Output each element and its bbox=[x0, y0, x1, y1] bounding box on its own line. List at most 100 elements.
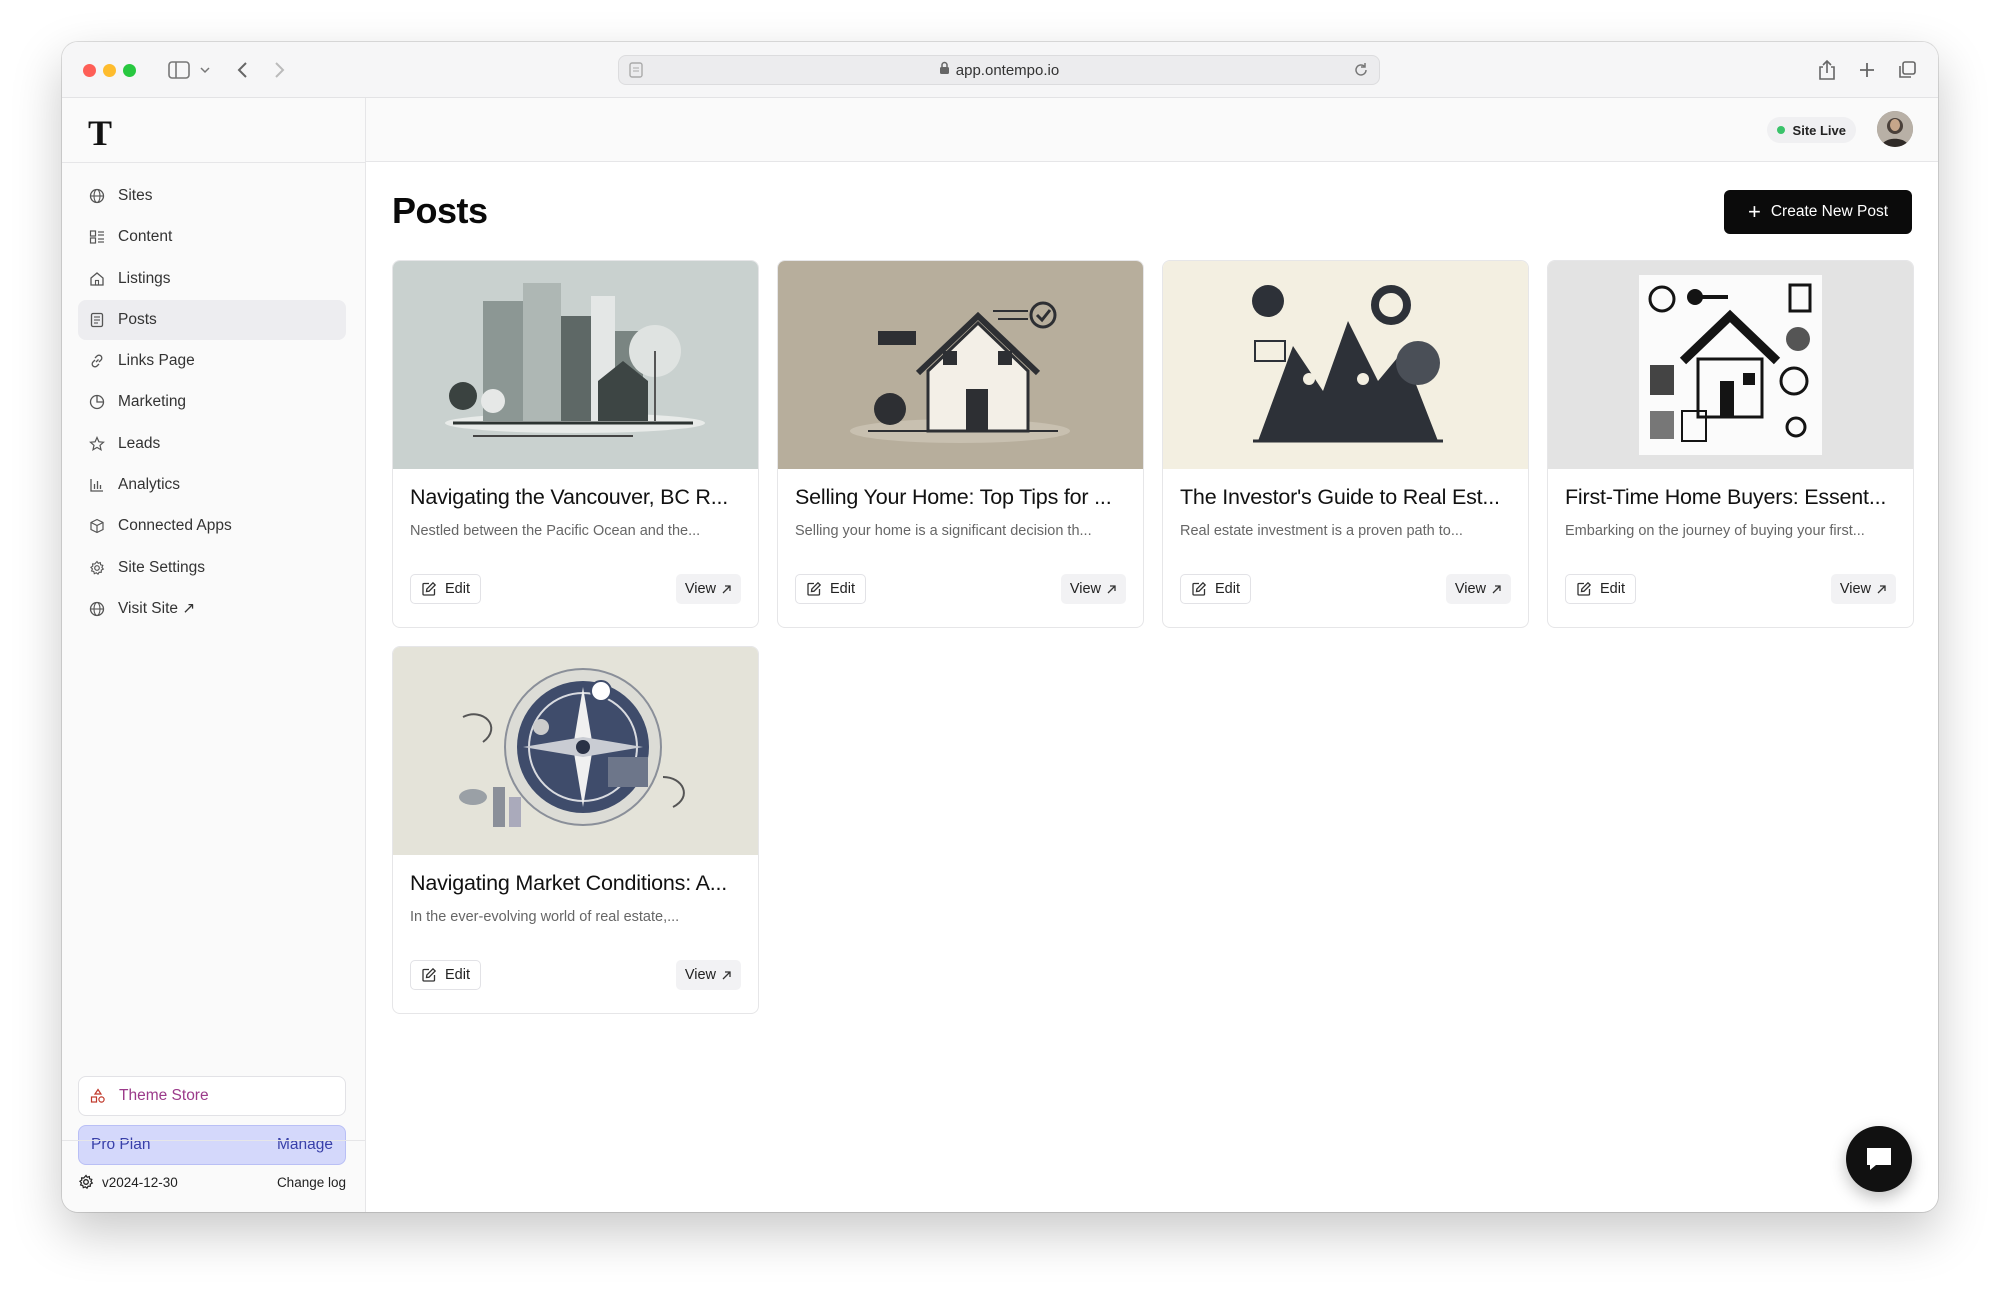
back-icon[interactable] bbox=[232, 56, 252, 84]
post-card[interactable]: First-Time Home Buyers: Essent... Embark… bbox=[1547, 260, 1914, 628]
pie-icon bbox=[88, 393, 106, 411]
sidebar-item-analytics[interactable]: Analytics bbox=[78, 465, 346, 505]
edit-label: Edit bbox=[445, 581, 470, 597]
forward-icon[interactable] bbox=[270, 56, 290, 84]
edit-post-button[interactable]: Edit bbox=[795, 574, 866, 604]
theme-store-button[interactable]: Theme Store bbox=[78, 1076, 346, 1116]
view-label: View bbox=[1454, 581, 1486, 597]
post-card[interactable]: The Investor's Guide to Real Est... Real… bbox=[1162, 260, 1529, 628]
post-excerpt: Selling your home is a significant decis… bbox=[795, 523, 1092, 539]
edit-post-button[interactable]: Edit bbox=[410, 574, 481, 604]
share-icon[interactable] bbox=[1816, 56, 1838, 84]
new-tab-icon[interactable] bbox=[1856, 56, 1878, 84]
arrow-up-right-icon bbox=[1106, 584, 1117, 595]
arrow-up-right-icon bbox=[721, 584, 732, 595]
edit-icon bbox=[421, 581, 437, 597]
address-bar[interactable]: app.ontempo.io bbox=[618, 55, 1380, 85]
site-status-badge[interactable]: Site Live bbox=[1766, 117, 1856, 143]
post-card[interactable]: Selling Your Home: Top Tips for ... Sell… bbox=[777, 260, 1144, 628]
zoom-window-button[interactable] bbox=[123, 64, 136, 77]
edit-icon bbox=[1576, 581, 1592, 597]
sidebar: T Sites Content Listings Posts Links Pag… bbox=[62, 98, 366, 1212]
arrow-up-right-icon bbox=[1876, 584, 1887, 595]
view-post-button[interactable]: View bbox=[675, 960, 741, 990]
post-title: Selling Your Home: Top Tips for ... bbox=[795, 485, 1112, 509]
post-title: Navigating the Vancouver, BC R... bbox=[410, 485, 729, 509]
app-logo[interactable]: T bbox=[88, 112, 112, 154]
reload-icon[interactable] bbox=[1353, 62, 1369, 83]
edit-icon bbox=[1191, 581, 1207, 597]
link-icon bbox=[88, 352, 106, 370]
page-icon bbox=[629, 62, 643, 83]
minimize-window-button[interactable] bbox=[103, 64, 116, 77]
sidebar-nav: Sites Content Listings Posts Links Page … bbox=[78, 176, 346, 630]
sidebar-item-content[interactable]: Content bbox=[78, 217, 346, 257]
post-card[interactable]: Navigating the Vancouver, BC R... Nestle… bbox=[392, 260, 759, 628]
site-status-label: Site Live bbox=[1792, 122, 1846, 138]
globe-icon bbox=[88, 187, 106, 205]
view-label: View bbox=[684, 581, 716, 597]
chevron-down-icon[interactable] bbox=[198, 56, 212, 84]
create-new-post-button[interactable]: + Create New Post bbox=[1724, 190, 1912, 234]
theme-store-label: Theme Store bbox=[119, 1087, 209, 1104]
tab-overview-icon[interactable] bbox=[1896, 56, 1918, 84]
arrow-up-right-icon bbox=[1491, 584, 1502, 595]
edit-label: Edit bbox=[1600, 581, 1625, 597]
edit-post-button[interactable]: Edit bbox=[410, 960, 481, 990]
close-window-button[interactable] bbox=[83, 64, 96, 77]
edit-post-button[interactable]: Edit bbox=[1180, 574, 1251, 604]
post-excerpt: Nestled between the Pacific Ocean and th… bbox=[410, 523, 701, 539]
sidebar-item-label: Content bbox=[118, 228, 173, 246]
sidebar-item-links-page[interactable]: Links Page bbox=[78, 341, 346, 381]
sidebar-toggle-icon[interactable] bbox=[166, 56, 192, 84]
post-card[interactable]: Navigating Market Conditions: A... In th… bbox=[392, 646, 759, 1014]
sidebar-item-label: Analytics bbox=[118, 476, 181, 494]
sidebar-item-visit-site[interactable]: Visit Site ↗ bbox=[78, 589, 346, 629]
sidebar-item-label: Visit Site ↗ bbox=[118, 600, 196, 618]
view-post-button[interactable]: View bbox=[1830, 574, 1896, 604]
chat-support-button[interactable] bbox=[1846, 1126, 1912, 1192]
sidebar-item-posts[interactable]: Posts bbox=[78, 299, 346, 340]
plan-panel: Pro Plan Manage bbox=[78, 1125, 346, 1165]
sidebar-item-site-settings[interactable]: Site Settings bbox=[78, 548, 346, 588]
post-thumbnail bbox=[1548, 261, 1913, 469]
shapes-icon bbox=[89, 1087, 107, 1105]
posts-icon bbox=[88, 311, 106, 329]
plus-icon: + bbox=[1747, 199, 1761, 224]
edit-icon bbox=[421, 967, 437, 983]
post-excerpt: Embarking on the journey of buying your … bbox=[1565, 523, 1865, 539]
cube-icon bbox=[88, 517, 106, 535]
globe-icon bbox=[88, 600, 106, 618]
post-thumbnail bbox=[1163, 261, 1528, 469]
manage-plan-link[interactable]: Manage bbox=[277, 1136, 333, 1154]
post-excerpt: In the ever-evolving world of real estat… bbox=[410, 909, 680, 925]
view-label: View bbox=[1069, 581, 1101, 597]
browser-toolbar: app.ontempo.io bbox=[62, 42, 1938, 98]
chat-icon bbox=[1864, 1145, 1894, 1173]
edit-label: Edit bbox=[445, 967, 470, 983]
view-label: View bbox=[684, 967, 716, 983]
user-avatar[interactable] bbox=[1877, 111, 1913, 147]
sidebar-item-label: Links Page bbox=[118, 352, 195, 370]
gear-icon bbox=[88, 559, 106, 577]
sidebar-item-label: Sites bbox=[118, 187, 153, 204]
status-dot bbox=[1776, 126, 1785, 134]
view-post-button[interactable]: View bbox=[675, 574, 741, 604]
post-title: Navigating Market Conditions: A... bbox=[410, 871, 728, 895]
view-post-button[interactable]: View bbox=[1445, 574, 1511, 604]
sidebar-item-marketing[interactable]: Marketing bbox=[78, 382, 346, 422]
bar-chart-icon bbox=[88, 476, 106, 494]
sidebar-item-label: Leads bbox=[118, 434, 161, 452]
view-post-button[interactable]: View bbox=[1060, 574, 1126, 604]
edit-post-button[interactable]: Edit bbox=[1565, 574, 1636, 604]
sidebar-item-leads[interactable]: Leads bbox=[78, 424, 346, 464]
sidebar-footer: v2024-12-30 Change log bbox=[78, 1162, 346, 1202]
lock-icon bbox=[939, 61, 950, 80]
sidebar-item-sites[interactable]: Sites bbox=[78, 176, 346, 216]
post-title: First-Time Home Buyers: Essent... bbox=[1565, 485, 1887, 509]
changelog-link[interactable]: Change log bbox=[277, 1175, 346, 1190]
sidebar-item-listings[interactable]: Listings bbox=[78, 259, 346, 299]
version-label: v2024-12-30 bbox=[102, 1174, 178, 1190]
plan-label: Pro Plan bbox=[91, 1136, 151, 1153]
sidebar-item-connected-apps[interactable]: Connected Apps bbox=[78, 506, 346, 546]
